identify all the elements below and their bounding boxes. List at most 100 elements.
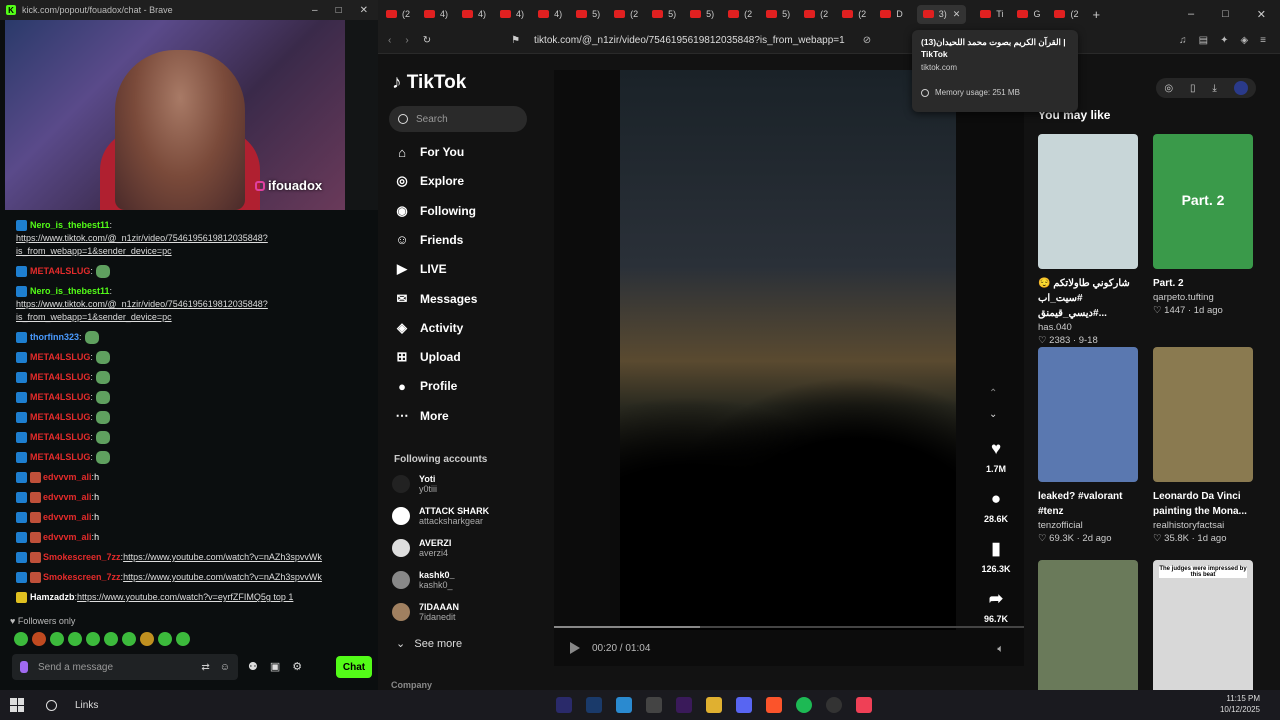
folder-icon[interactable] — [706, 697, 722, 713]
company-link[interactable]: Company — [391, 680, 432, 690]
browser-tab[interactable]: 4) — [424, 5, 448, 24]
gift-icon[interactable]: ▣ — [270, 660, 280, 673]
nav-item-explore[interactable]: ◎ Explore — [394, 173, 464, 189]
emote-icon[interactable] — [122, 632, 136, 646]
emote-bar[interactable] — [14, 632, 190, 646]
chat-username[interactable]: Smokescreen_7zz — [43, 551, 121, 564]
close-tab-icon[interactable]: ✕ — [953, 9, 961, 20]
recommended-video-card[interactable]: Part. 2 Part. 2 qarpeto.tufting ♡ 1447 · 1d… — [1153, 134, 1253, 316]
video-thumbnail[interactable] — [1038, 134, 1138, 269]
photoshop-icon[interactable] — [586, 697, 602, 713]
following-account[interactable]: kashk0_ kashk0_ — [392, 570, 455, 590]
sidebar-icon[interactable]: ▤ — [1199, 35, 1208, 46]
browser-tab[interactable]: 5) — [576, 5, 600, 24]
nav-item-for-you[interactable]: ⌂ For You — [394, 144, 464, 160]
premiere-icon[interactable] — [556, 697, 572, 713]
browser-tab[interactable]: (2 — [614, 5, 638, 24]
download-icon[interactable]: ⤓ — [1212, 83, 1216, 94]
chat-link[interactable]: https://www.tiktok.com/@_n1zir/video/754… — [16, 298, 362, 324]
maximize-button[interactable]: □ — [1222, 8, 1229, 21]
video-author[interactable]: qarpeto.tufting — [1153, 292, 1253, 303]
comment-button[interactable]: ● 28.6K — [978, 488, 1014, 524]
share-button[interactable]: ➦ 96.7K — [978, 588, 1014, 624]
following-account[interactable]: 7IDAAAN 7idanedit — [392, 602, 459, 622]
browser-tab[interactable]: (2 — [728, 5, 752, 24]
chat-username[interactable]: META4LSLUG — [30, 411, 90, 424]
chat-send-button[interactable]: Chat — [336, 656, 372, 678]
chat-username[interactable]: Nero_is_thebest11 — [30, 285, 110, 298]
chat-message-list[interactable]: Nero_is_thebest11: https://www.tiktok.co… — [0, 215, 378, 610]
emote-icon[interactable] — [140, 632, 154, 646]
see-more-button[interactable]: ⌄ See more — [396, 637, 462, 650]
chevron-up-icon[interactable]: ⌃ — [989, 388, 997, 399]
minimize-button[interactable]: – — [312, 5, 318, 16]
nav-item-following[interactable]: ◉ Following — [394, 203, 476, 219]
chat-username[interactable]: edvvvm_ali — [43, 471, 92, 484]
video-thumbnail[interactable]: Part. 2 — [1153, 134, 1253, 269]
back-icon[interactable]: ‹ — [388, 35, 391, 46]
following-account[interactable]: ATTACK SHARK attacksharkgear — [392, 506, 489, 526]
discord-icon[interactable] — [736, 697, 752, 713]
chat-username[interactable]: META4LSLUG — [30, 451, 90, 464]
nav-item-more[interactable]: ⋯ More — [394, 408, 449, 424]
system-tray[interactable]: 11:15 PM 10/12/2025 — [1220, 693, 1260, 715]
browser-tab[interactable]: (2 — [386, 5, 410, 24]
new-tab-button[interactable]: + — [1092, 7, 1100, 22]
device-icon[interactable]: ▯ — [1190, 83, 1196, 94]
nav-item-activity[interactable]: ◈ Activity — [394, 320, 463, 336]
browser-tab[interactable]: 5) — [690, 5, 714, 24]
video-thumbnail[interactable]: The judges were impressed by this beat — [1153, 560, 1253, 695]
taskbar-search[interactable]: Links — [46, 699, 98, 711]
emote-icon[interactable] — [176, 632, 190, 646]
extension-icon[interactable]: ♫ — [1179, 35, 1187, 46]
chat-link[interactable]: https://www.youtube.com/watch?v=nAZh3spv… — [123, 551, 322, 564]
translate-icon[interactable]: ⇄ — [201, 662, 209, 673]
identity-icon[interactable] — [20, 661, 28, 673]
close-button[interactable]: ✕ — [1257, 8, 1266, 21]
recommended-video-card[interactable]: شاركوني طاولاتكم 😌 #سيت_اب #ديسي_قيمنق..… — [1038, 134, 1138, 346]
chat-link[interactable]: https://www.youtube.com/watch?v=eyrfZFIM… — [77, 591, 293, 604]
chat-username[interactable]: thorfinn323 — [30, 331, 79, 344]
nav-item-messages[interactable]: ✉ Messages — [394, 291, 478, 307]
play-icon[interactable] — [570, 642, 580, 654]
reload-icon[interactable]: ↻ — [423, 35, 431, 46]
browser-tab[interactable]: 4) — [462, 5, 486, 24]
following-account[interactable]: AVERZI averzi4 — [392, 538, 451, 558]
chat-username[interactable]: edvvvm_ali — [43, 491, 92, 504]
browser-tab[interactable]: (2 — [842, 5, 866, 24]
search-input[interactable]: Search — [389, 106, 527, 132]
like-button[interactable]: ♥ 1.7M — [978, 438, 1014, 474]
chat-username[interactable]: META4LSLUG — [30, 431, 90, 444]
bookmark-icon[interactable]: ⚑ — [511, 35, 520, 46]
video-thumbnail[interactable] — [1038, 560, 1138, 695]
emote-icon[interactable] — [104, 632, 118, 646]
obs-icon[interactable] — [826, 697, 842, 713]
reader-icon[interactable]: ⊘ — [863, 35, 871, 46]
following-account[interactable]: Yoti y0tiii — [392, 474, 437, 494]
camera-icon[interactable] — [646, 697, 662, 713]
url-input[interactable]: tiktok.com/@_n1zir/video/754619561981203… — [534, 35, 845, 46]
video-author[interactable]: tenzofficial — [1038, 520, 1138, 531]
nav-item-upload[interactable]: ⊞ Upload — [394, 349, 461, 365]
nav-item-profile[interactable]: ● Profile — [394, 378, 457, 394]
emote-icon[interactable] — [14, 632, 28, 646]
browser-tab[interactable]: 3) ✕ — [916, 4, 967, 24]
brave-icon[interactable] — [766, 697, 782, 713]
emote-icon[interactable] — [68, 632, 82, 646]
compass-icon[interactable]: ◎ — [1164, 83, 1173, 94]
leo-icon[interactable]: ✦ — [1220, 35, 1228, 46]
shield-icon[interactable]: ◈ — [1240, 35, 1248, 46]
chat-username[interactable]: Nero_is_thebest11 — [30, 219, 110, 232]
menu-icon[interactable]: ≡ — [1260, 35, 1266, 46]
video-author[interactable]: has.040 — [1038, 322, 1138, 333]
video-frame[interactable] — [620, 70, 956, 630]
chat-username[interactable]: META4LSLUG — [30, 351, 90, 364]
pocket-icon[interactable] — [856, 697, 872, 713]
browser-tab[interactable]: 5) — [766, 5, 790, 24]
browser-tab[interactable]: 4) — [538, 5, 562, 24]
recommended-video-card[interactable]: leaked? #valorant #tenz tenzofficial ♡ 69.… — [1038, 347, 1138, 544]
chat-username[interactable]: META4LSLUG — [30, 391, 90, 404]
recommended-video-card[interactable]: The judges were impressed by this beat — [1153, 560, 1253, 695]
chat-username[interactable]: edvvvm_ali — [43, 511, 92, 524]
close-button[interactable]: ✕ — [360, 5, 368, 16]
